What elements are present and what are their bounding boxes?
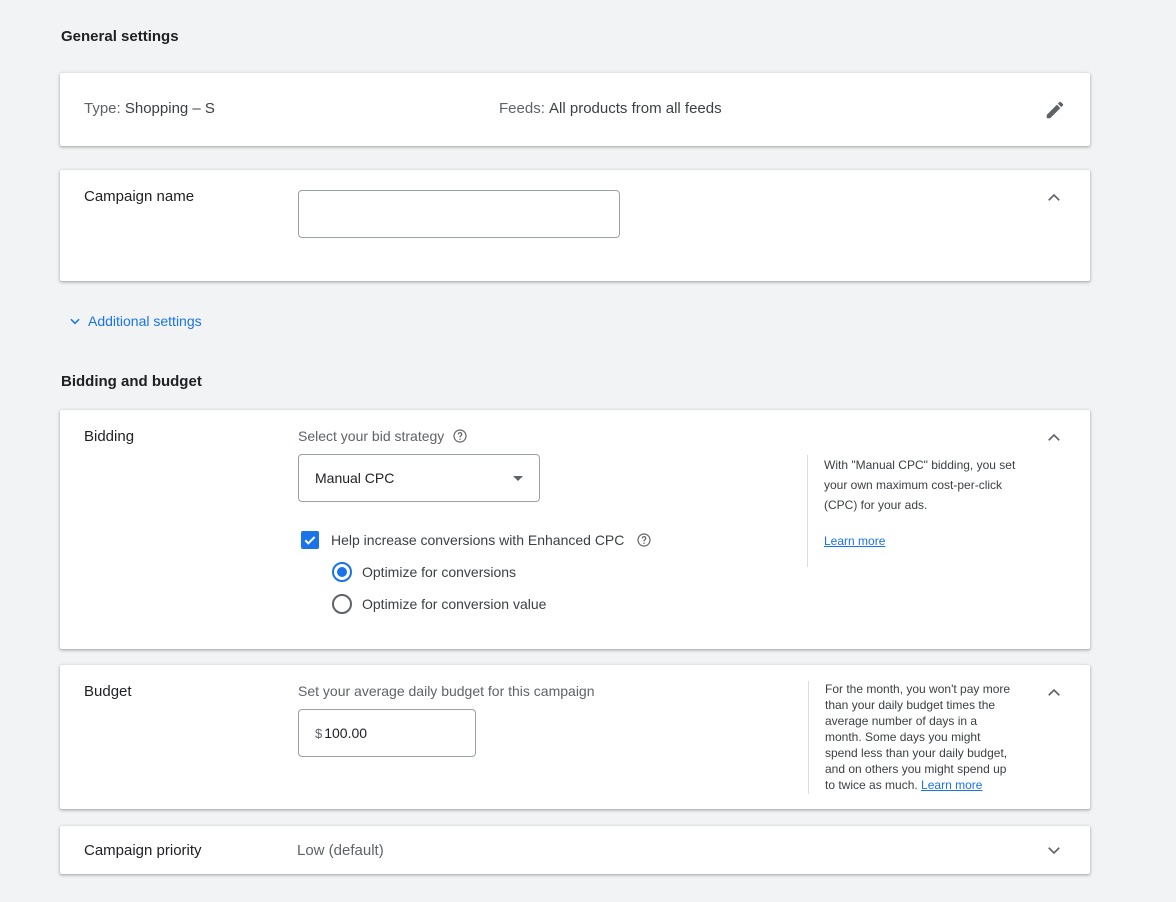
- bid-strategy-value: Manual CPC: [315, 470, 395, 486]
- bidding-info-line: (CPC) for your ads.: [824, 498, 928, 512]
- optimize-value-option: Optimize for conversion value: [332, 594, 546, 614]
- budget-info-line: For the month, you won't pay more: [825, 682, 1011, 696]
- bidding-info-line: your own maximum cost-per-click: [824, 478, 1003, 492]
- bidding-label: Bidding: [84, 428, 135, 445]
- budget-label: Budget: [84, 683, 132, 700]
- budget-input[interactable]: $ 100.00: [298, 709, 476, 757]
- collapse-budget[interactable]: [1044, 683, 1064, 703]
- campaign-priority-card[interactable]: Campaign priority Low (default): [60, 826, 1090, 874]
- currency-symbol: $: [315, 725, 323, 741]
- campaign-type: Type: Shopping – S: [84, 100, 215, 117]
- bidding-learn-more-link[interactable]: Learn more: [824, 534, 885, 548]
- campaign-name-label: Campaign name: [84, 188, 195, 205]
- chevron-up-icon: [1048, 688, 1060, 696]
- enhanced-cpc-checkbox[interactable]: [301, 531, 319, 549]
- bidding-info-panel: With "Manual CPC" bidding, you set your …: [807, 455, 1037, 567]
- campaign-name-card: Campaign name: [60, 170, 1090, 281]
- chevron-down-icon: [1048, 847, 1060, 855]
- optimize-conversions-radio[interactable]: [332, 562, 352, 582]
- collapse-campaign-name[interactable]: [1044, 188, 1064, 208]
- bid-strategy-select[interactable]: Manual CPC: [298, 454, 540, 502]
- help-icon[interactable]: [636, 532, 652, 548]
- enhanced-cpc-label[interactable]: Help increase conversions with Enhanced …: [331, 532, 624, 548]
- expand-priority[interactable]: [1044, 840, 1064, 860]
- bid-strategy-label: Select your bid strategy: [298, 428, 445, 444]
- additional-settings-link[interactable]: Additional settings: [88, 313, 202, 329]
- general-settings-title: General settings: [61, 28, 179, 45]
- optimize-value-radio[interactable]: [332, 594, 352, 614]
- bid-strategy-prompt: Select your bid strategy: [298, 428, 468, 444]
- bidding-info-line: With "Manual CPC" bidding, you set: [824, 458, 1016, 472]
- campaign-settings-page: General settings Type: Shopping – S Feed…: [0, 0, 1176, 902]
- optimize-conversions-option: Optimize for conversions: [332, 562, 516, 582]
- budget-prompt: Set your average daily budget for this c…: [298, 683, 595, 699]
- checkmark-icon: [304, 536, 316, 545]
- optimize-value-label[interactable]: Optimize for conversion value: [362, 596, 546, 612]
- chevron-down-icon: [70, 318, 80, 325]
- budget-info-panel: For the month, you won't pay more than y…: [808, 681, 1036, 794]
- budget-info-line: average number of days in a: [825, 714, 978, 728]
- collapse-bidding[interactable]: [1044, 428, 1064, 448]
- chevron-up-icon: [1048, 433, 1060, 441]
- optimize-conversions-label[interactable]: Optimize for conversions: [362, 564, 516, 580]
- budget-info-line: than your daily budget times the: [825, 698, 996, 712]
- pencil-icon[interactable]: [1044, 99, 1066, 121]
- bidding-card: Bidding Select your bid strategy Manual …: [60, 410, 1090, 649]
- type-feeds-card: Type: Shopping – S Feeds: All products f…: [60, 73, 1090, 146]
- budget-value: 100.00: [324, 725, 368, 741]
- redacted-area: [220, 95, 492, 121]
- campaign-priority-label: Campaign priority: [84, 842, 202, 859]
- budget-card: Budget Set your average daily budget for…: [60, 665, 1090, 809]
- bidding-budget-title: Bidding and budget: [61, 373, 202, 390]
- help-icon[interactable]: [452, 428, 468, 444]
- budget-info-last-line: to twice as much. Learn more: [825, 777, 1036, 793]
- feeds-label: Feeds:: [499, 100, 550, 117]
- type-value: Shopping – S: [124, 100, 215, 117]
- budget-info-line: and on others you might spend up: [825, 762, 1007, 776]
- feeds-value: All products from all feeds: [549, 100, 722, 117]
- dropdown-caret-icon: [513, 475, 523, 481]
- budget-info-line: spend less than your daily budget,: [825, 746, 1008, 760]
- campaign-name-input[interactable]: [298, 190, 620, 238]
- budget-info-line: month. Some days you might: [825, 730, 981, 744]
- budget-learn-more-link[interactable]: Learn more: [921, 778, 982, 792]
- additional-settings-toggle[interactable]: Additional settings: [68, 313, 202, 329]
- type-label: Type:: [84, 100, 125, 117]
- chevron-up-icon: [1048, 193, 1060, 201]
- campaign-priority-value: Low (default): [297, 842, 384, 859]
- campaign-feeds: Feeds: All products from all feeds: [499, 100, 722, 117]
- enhanced-cpc-row: Help increase conversions with Enhanced …: [301, 531, 652, 549]
- budget-info-line: to twice as much.: [825, 778, 918, 792]
